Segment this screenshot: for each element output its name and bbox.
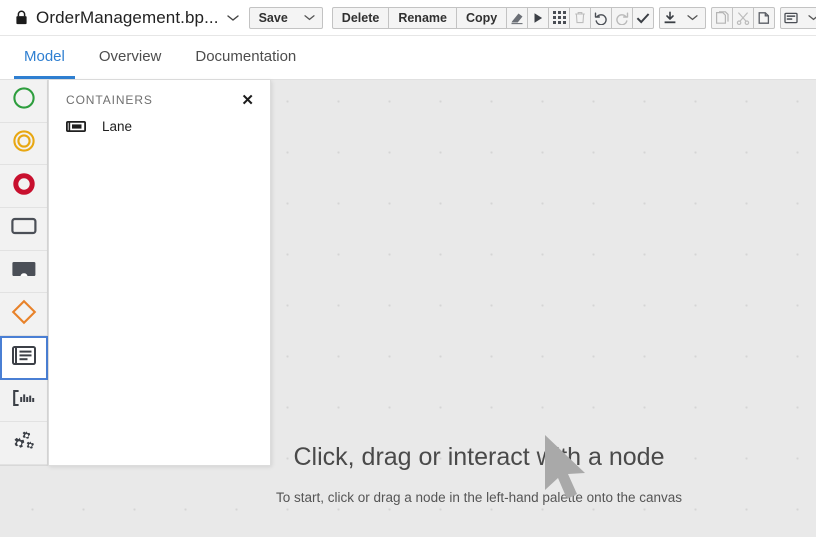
scissors-icon[interactable] xyxy=(732,6,755,29)
lane-icon xyxy=(66,121,88,132)
check-icon[interactable] xyxy=(632,6,655,29)
rename-button[interactable]: Rename xyxy=(388,6,457,29)
document-title: OrderManagement.bp... xyxy=(36,7,219,27)
app-root: OrderManagement.bp... Save Delete Rename… xyxy=(0,0,816,537)
download-split-button xyxy=(659,6,707,29)
task-icon xyxy=(10,216,37,241)
containers-popup-title: CONTAINERS xyxy=(66,93,153,107)
download-dropdown-chevron-down-icon[interactable] xyxy=(680,6,707,29)
intermediate-event-icon xyxy=(12,129,36,158)
lock-icon xyxy=(14,10,28,26)
node-palette xyxy=(0,80,48,466)
delete-button[interactable]: Delete xyxy=(331,6,390,29)
trash-icon[interactable] xyxy=(569,6,592,29)
end-event-icon xyxy=(12,172,36,201)
list-item-lane[interactable]: Lane xyxy=(49,108,270,134)
undo-icon[interactable] xyxy=(590,6,613,29)
start-event-icon xyxy=(12,86,36,115)
save-dropdown-chevron-down-icon[interactable] xyxy=(296,6,323,29)
save-button[interactable]: Save xyxy=(248,6,298,29)
tab-documentation[interactable]: Documentation xyxy=(185,48,306,79)
containers-popup: CONTAINERS ✕ Lane xyxy=(48,80,271,466)
edit-button-group: Delete Rename Copy xyxy=(331,6,655,29)
redo-icon[interactable] xyxy=(611,6,634,29)
tab-model[interactable]: Model xyxy=(14,48,75,79)
download-icon[interactable] xyxy=(659,6,682,29)
toolbar: OrderManagement.bp... Save Delete Rename… xyxy=(0,0,816,36)
eraser-icon[interactable] xyxy=(506,6,529,29)
palette-item-containers[interactable] xyxy=(0,336,48,380)
gears-icon xyxy=(11,430,37,457)
copy-pages-icon[interactable] xyxy=(711,6,734,29)
paste-icon[interactable] xyxy=(753,6,776,29)
view-split-button xyxy=(780,6,816,29)
palette-item-task[interactable] xyxy=(0,208,47,251)
palette-item-subprocess[interactable] xyxy=(0,250,47,294)
save-split-button: Save xyxy=(248,6,323,29)
list-item-label: Lane xyxy=(102,119,133,134)
empty-state-subtitle: To start, click or drag a node in the le… xyxy=(276,490,682,505)
grid-icon[interactable] xyxy=(548,6,571,29)
artifact-data-icon xyxy=(12,389,36,412)
palette-item-extensions[interactable] xyxy=(0,422,47,466)
palette-item-start-event[interactable] xyxy=(0,80,47,123)
chevron-down-icon[interactable] xyxy=(226,14,239,22)
containers-lane-icon xyxy=(12,345,36,370)
subprocess-icon xyxy=(11,259,37,284)
palette-item-intermediate-event[interactable] xyxy=(0,122,47,166)
containers-popup-header: CONTAINERS ✕ xyxy=(49,80,270,108)
copy-button[interactable]: Copy xyxy=(455,6,508,29)
close-icon[interactable]: ✕ xyxy=(239,93,256,108)
clipboard-button-group xyxy=(711,6,776,29)
palette-item-end-event[interactable] xyxy=(0,165,47,209)
view-dropdown-chevron-down-icon[interactable] xyxy=(801,6,816,29)
gateway-diamond-icon xyxy=(11,299,37,330)
palette-item-gateway[interactable] xyxy=(0,293,47,337)
tab-bar: Model Overview Documentation xyxy=(0,36,816,80)
tab-overview[interactable]: Overview xyxy=(89,48,172,79)
panel-icon[interactable] xyxy=(780,6,803,29)
palette-item-artifacts[interactable] xyxy=(0,379,47,423)
play-icon[interactable] xyxy=(527,6,550,29)
